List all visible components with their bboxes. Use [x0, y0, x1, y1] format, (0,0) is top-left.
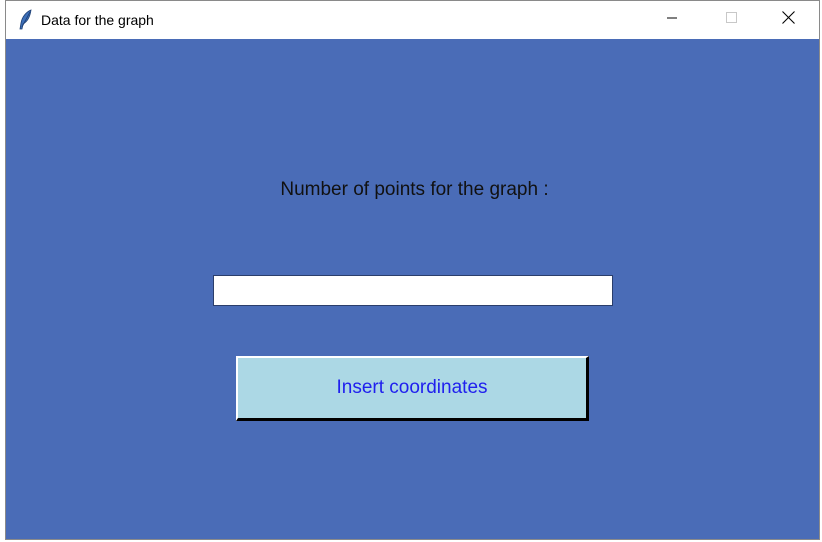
minimize-button[interactable]	[649, 1, 695, 39]
window-title: Data for the graph	[41, 12, 154, 28]
points-count-input[interactable]	[213, 275, 613, 306]
feather-icon	[18, 9, 34, 31]
form-panel: Number of points for the graph : Insert …	[6, 39, 819, 539]
close-button[interactable]	[765, 1, 811, 39]
maximize-button[interactable]	[709, 1, 755, 39]
insert-coordinates-button[interactable]: Insert coordinates	[236, 356, 589, 421]
app-window: Data for the graph Number of points for …	[5, 0, 820, 540]
title-bar[interactable]: Data for the graph	[6, 1, 819, 39]
minimize-icon	[666, 11, 678, 29]
points-count-label: Number of points for the graph :	[280, 179, 549, 200]
maximize-icon	[726, 11, 738, 29]
close-icon	[781, 11, 795, 29]
